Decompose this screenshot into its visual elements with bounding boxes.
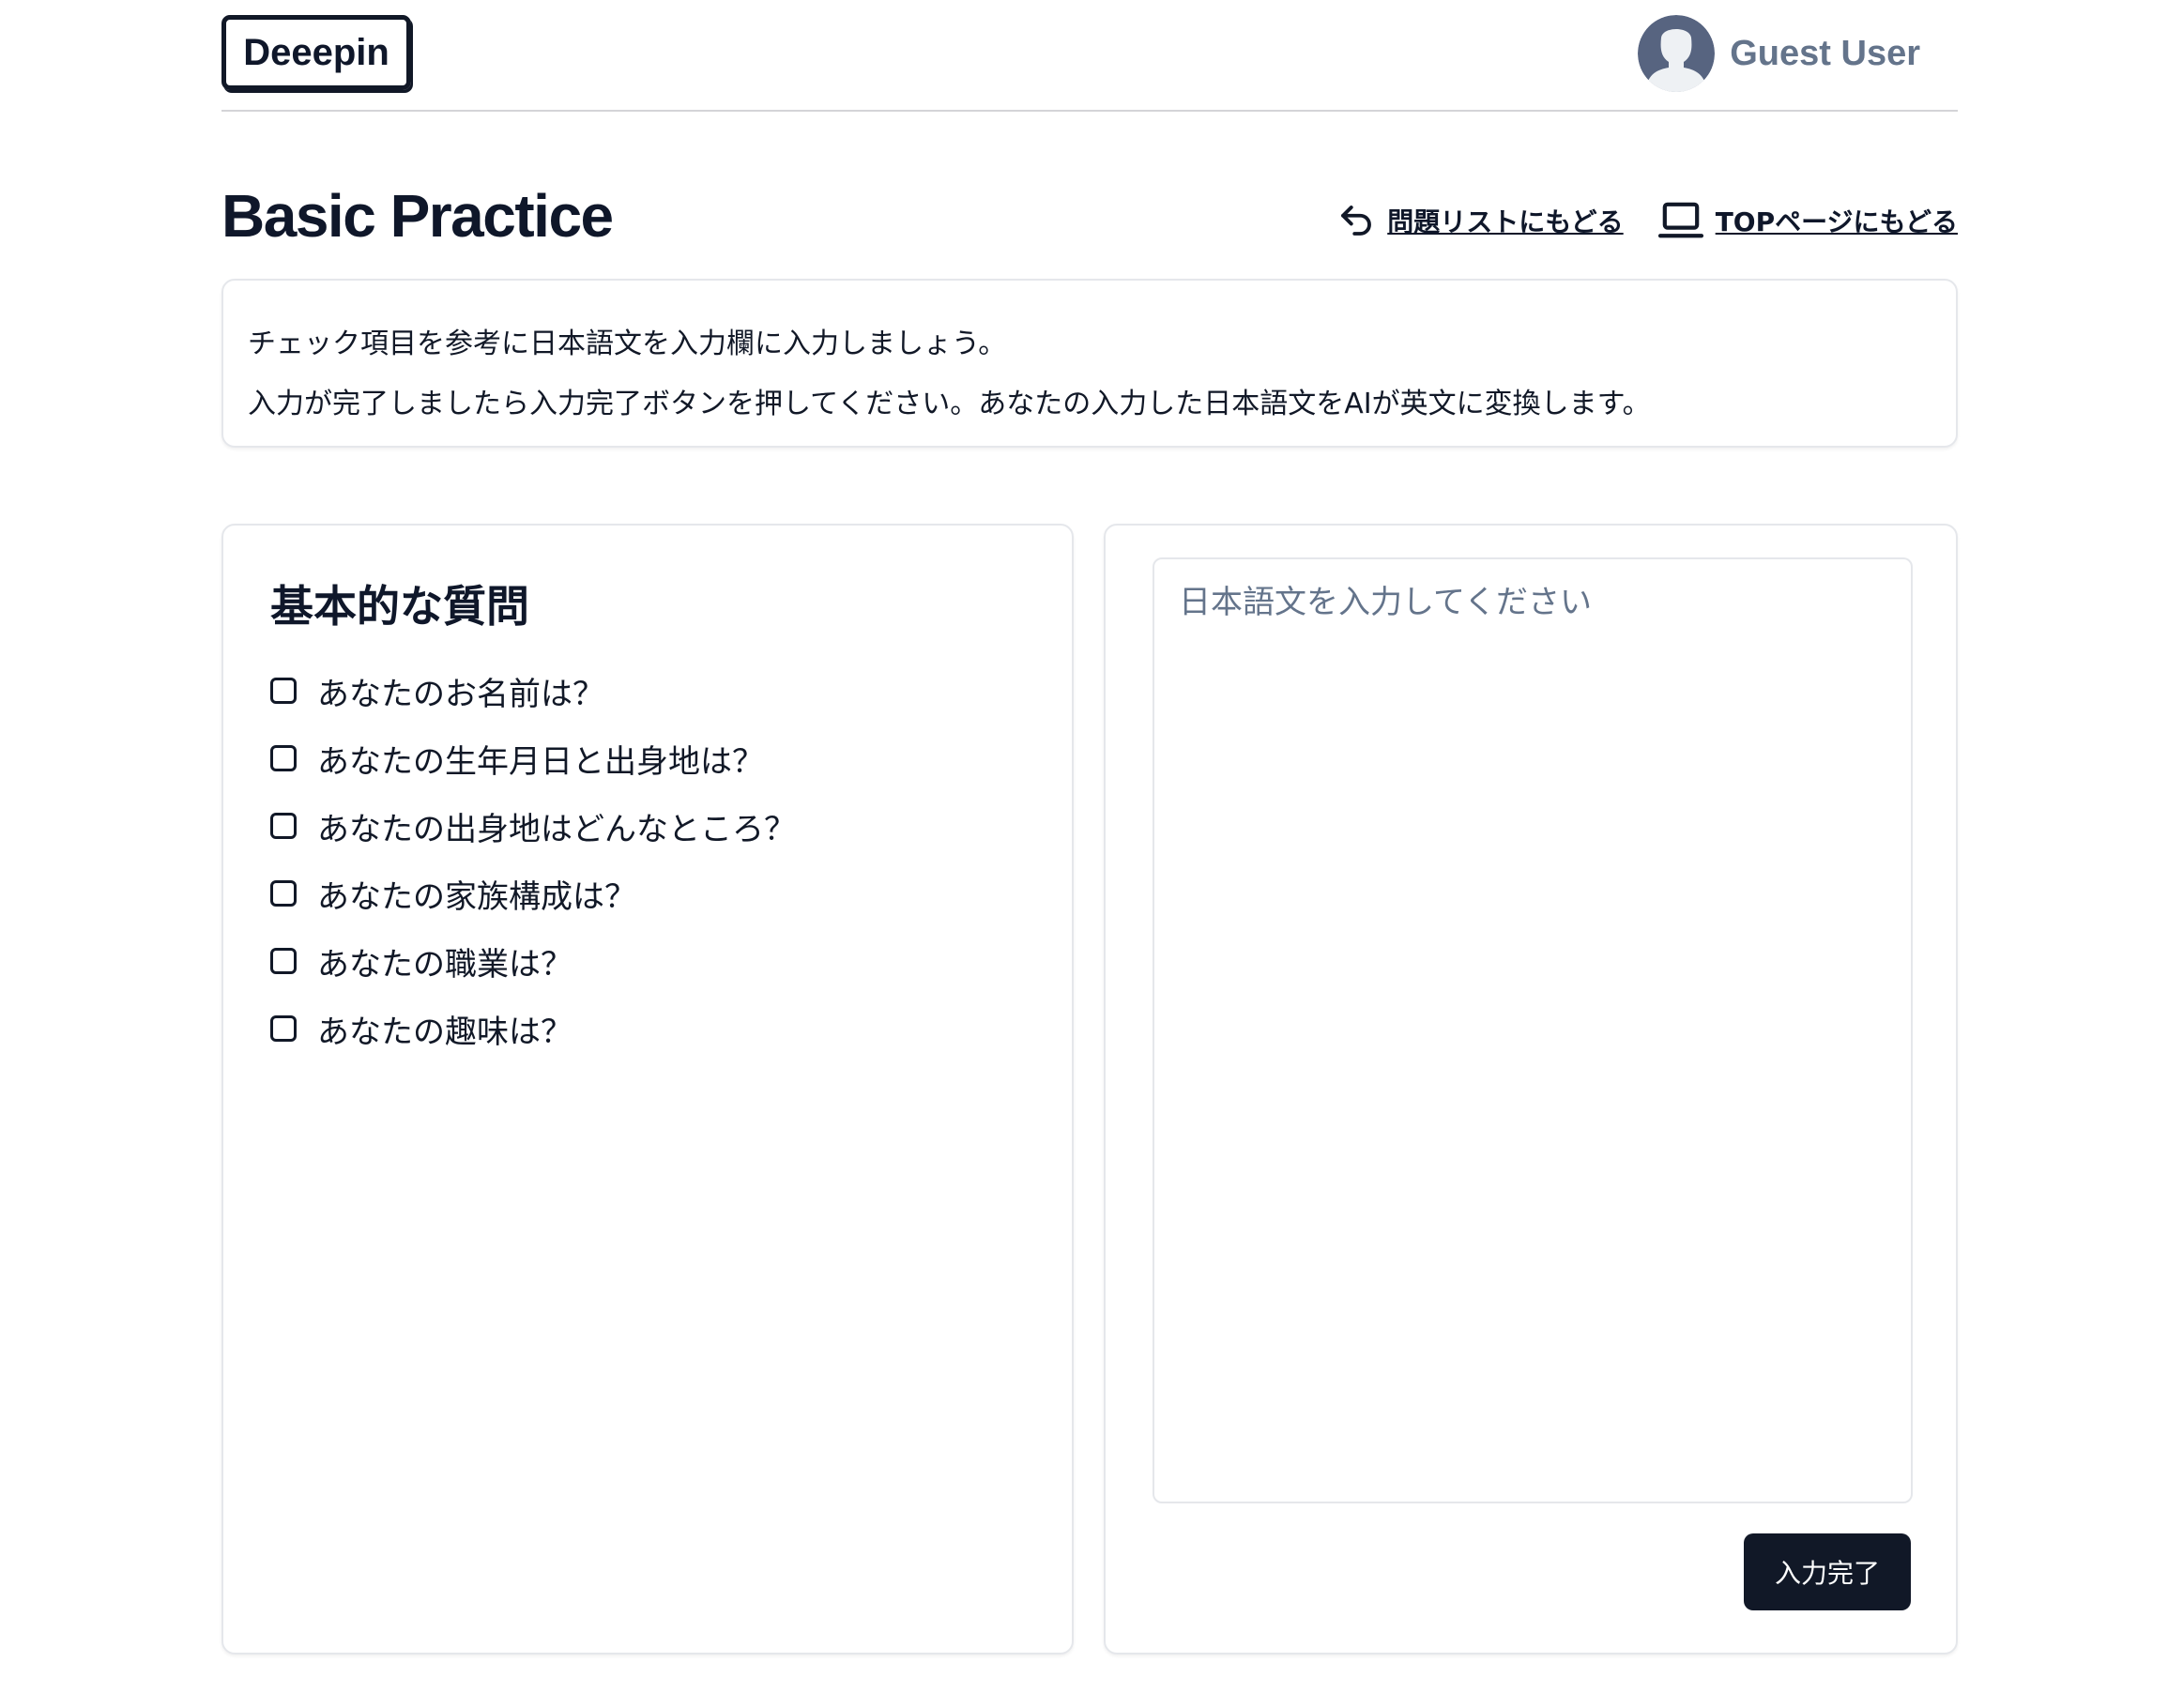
check-label[interactable]: あなたの出身地はどんなところ？ (317, 803, 796, 849)
check-item[interactable]: あなたの家族構成は？ (270, 860, 796, 927)
check-label[interactable]: あなたのお名前は？ (317, 668, 604, 714)
checkbox[interactable] (270, 678, 297, 704)
check-item[interactable]: あなたの職業は？ (270, 927, 796, 995)
undo-arrow-icon (1336, 201, 1376, 240)
check-label[interactable]: あなたの生年月日と出身地は？ (317, 736, 764, 782)
question-checklist: あなたのお名前は？ あなたの生年月日と出身地は？ あなたの出身地はどんなところ？… (270, 657, 796, 1062)
checkbox[interactable] (270, 745, 297, 771)
check-item[interactable]: あなたの趣味は？ (270, 995, 796, 1062)
instructions-card: チェック項目を参考に日本語文を入力欄に入力しましょう。 入力が完了しましたら入力… (221, 279, 1958, 448)
user-avatar-icon[interactable] (1638, 15, 1716, 92)
questions-title: 基本的な質問 (270, 581, 529, 632)
laptop-icon (1657, 201, 1704, 240)
check-item[interactable]: あなたの出身地はどんなところ？ (270, 792, 796, 860)
page-title: Basic Practice (221, 182, 614, 250)
check-label[interactable]: あなたの趣味は？ (317, 1006, 573, 1052)
user-menu[interactable]: Guest User (1638, 15, 1920, 92)
instruction-line-2: 入力が完了しましたら入力完了ボタンを押してください。あなたの入力した日本語文をA… (248, 388, 1651, 420)
checkbox[interactable] (270, 813, 297, 839)
submit-button[interactable]: 入力完了 (1744, 1533, 1911, 1610)
check-item[interactable]: あなたのお名前は？ (270, 657, 796, 724)
logo[interactable]: Deeepin (221, 15, 411, 90)
checkbox[interactable] (270, 1015, 297, 1042)
checkbox[interactable] (270, 880, 297, 907)
check-item[interactable]: あなたの生年月日と出身地は？ (270, 724, 796, 792)
checkbox[interactable] (270, 948, 297, 974)
check-label[interactable]: あなたの家族構成は？ (317, 871, 636, 917)
user-name[interactable]: Guest User (1730, 34, 1920, 74)
editor-panel: 入力完了 (1104, 524, 1958, 1655)
page-nav: 問題リストにもどる TOPページにもどる (1336, 201, 1958, 240)
instruction-line-1: チェック項目を参考に日本語文を入力欄に入力しましょう。 (248, 328, 1007, 360)
back-to-top-label[interactable]: TOPページにもどる (1716, 202, 1958, 239)
back-to-list-label[interactable]: 問題リストにもどる (1387, 202, 1623, 239)
back-to-top-link[interactable]: TOPページにもどる (1657, 201, 1958, 240)
check-label[interactable]: あなたの職業は？ (317, 938, 573, 984)
japanese-text-input[interactable] (1153, 557, 1913, 1503)
back-to-list-link[interactable]: 問題リストにもどる (1336, 201, 1624, 240)
top-header: Deeepin Guest User (221, 0, 1958, 112)
questions-panel: 基本的な質問 あなたのお名前は？ あなたの生年月日と出身地は？ あなたの出身地は… (221, 524, 1074, 1655)
